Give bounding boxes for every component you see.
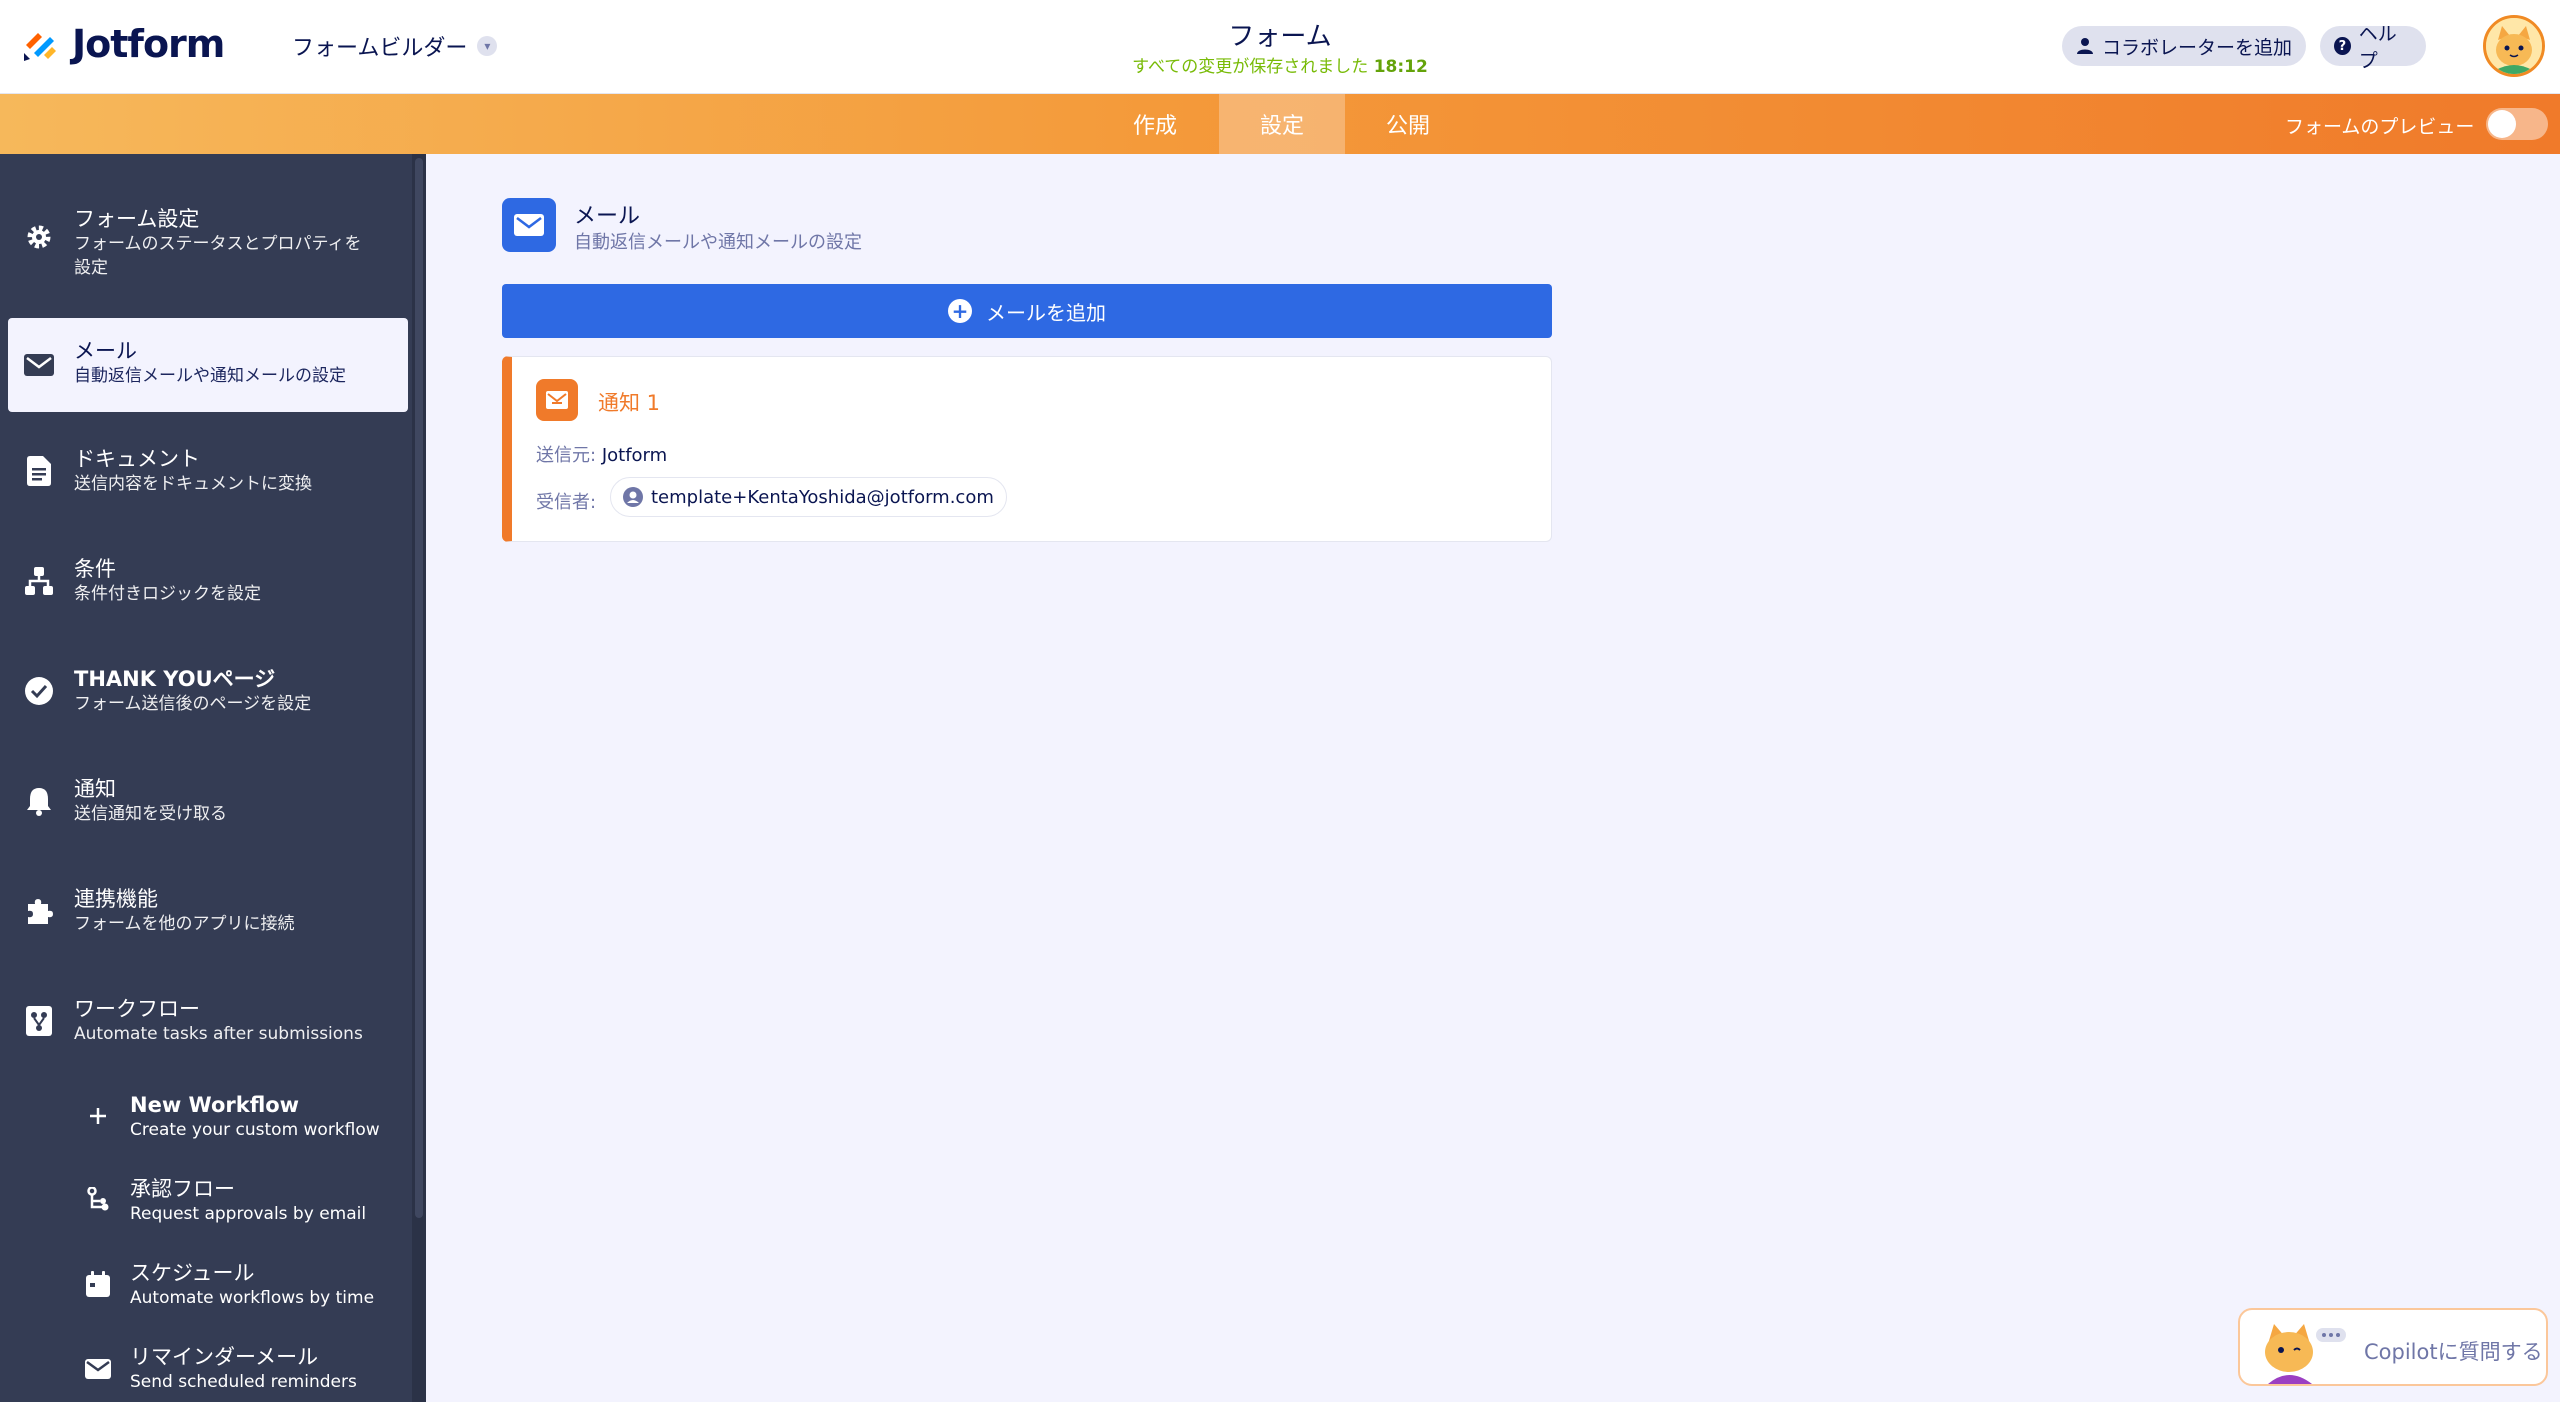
sidebar-item-title: 条件: [74, 557, 116, 581]
user-circle-icon: [623, 487, 643, 507]
sidebar-item-conditions[interactable]: 条件 条件付きロジックを設定: [8, 544, 408, 624]
reminder-mail-icon: [84, 1354, 112, 1382]
jotform-logo[interactable]: Jotform: [20, 22, 225, 66]
user-icon: [2077, 38, 2093, 54]
copilot-button[interactable]: Copilotに質問する: [2238, 1308, 2548, 1386]
copilot-mascot-icon: [2265, 1324, 2346, 1384]
tab-publish[interactable]: 公開: [1345, 94, 1471, 154]
bell-icon: [24, 786, 54, 816]
sidebar-subitem-approval-flow[interactable]: 承認フロー Request approvals by email: [72, 1176, 412, 1236]
sidebar-item-subtitle: フォームのステータスとプロパティを: [74, 234, 362, 254]
sidebar-subitem-subtitle: Create your custom workflow: [130, 1120, 380, 1140]
sidebar-item-subtitle: フォームを他のアプリに接続: [74, 914, 295, 934]
recipient-label: 受信者:: [536, 492, 597, 513]
form-title[interactable]: フォーム: [1180, 16, 1380, 53]
sidebar-item-documents[interactable]: ドキュメント 送信内容をドキュメントに変換: [8, 434, 408, 514]
sidebar-item-title: 通知: [74, 777, 116, 801]
sidebar-scrollbar[interactable]: [412, 154, 426, 1402]
email-card-title[interactable]: 通知 1: [598, 387, 660, 417]
form-preview-toggle[interactable]: [2486, 108, 2548, 140]
section-subtitle: 自動返信メールや通知メールの設定: [574, 232, 862, 253]
sidebar-subitem-subtitle: Automate workflows by time: [130, 1288, 375, 1308]
sidebar-item-subtitle: 自動返信メールや通知メールの設定: [74, 366, 346, 386]
save-status: すべての変更が保存されました 18:12: [1080, 52, 1480, 77]
sidebar-item-title: THANK YOUページ: [74, 667, 276, 691]
top-header: Jotform フォームビルダー ▾ フォーム すべての変更が保存されました 1…: [0, 0, 2560, 94]
puzzle-icon: [24, 896, 54, 926]
sidebar-item-form-settings[interactable]: フォーム設定 フォームのステータスとプロパティを 設定: [8, 192, 408, 282]
plus-icon: [84, 1102, 112, 1130]
workflow-icon: [24, 1006, 54, 1036]
hierarchy-icon: [24, 566, 54, 596]
sidebar-item-title: フォーム設定: [74, 207, 200, 231]
sidebar-subitem-new-workflow[interactable]: New Workflow Create your custom workflow: [72, 1092, 412, 1152]
sidebar-item-subtitle: フォーム送信後のページを設定: [74, 694, 312, 714]
jotform-logo-icon: [24, 33, 56, 61]
recipient-email: template+KentaYoshida@jotform.com: [651, 486, 994, 508]
sidebar-item-title: ワークフロー: [74, 997, 200, 1021]
builder-dropdown[interactable]: フォームビルダー ▾: [292, 30, 498, 62]
plus-circle-icon: +: [948, 299, 972, 323]
avatar-cat-icon: [2486, 18, 2542, 74]
sender-value: Jotform: [601, 445, 668, 466]
section-title: メール: [574, 204, 641, 229]
builder-label: フォームビルダー: [292, 36, 468, 61]
add-collaborator-label: コラボレーターを追加: [2102, 36, 2293, 59]
sidebar-item-subtitle: 設定: [74, 258, 108, 278]
envelope-icon: [502, 198, 556, 252]
sidebar-item-thank-you-page[interactable]: THANK YOUページ フォーム送信後のページを設定: [8, 654, 408, 734]
tab-settings[interactable]: 設定: [1219, 94, 1345, 154]
form-preview-label: フォームのプレビュー: [2285, 116, 2475, 138]
document-icon: [24, 456, 54, 486]
sidebar-item-title: 連携機能: [74, 887, 158, 911]
email-sender: 送信元: Jotform: [536, 441, 667, 467]
toggle-knob: [2488, 110, 2516, 138]
chevron-down-icon: ▾: [477, 36, 498, 56]
sidebar-item-workflow[interactable]: ワークフロー Automate tasks after submissions: [8, 984, 408, 1064]
sidebar-item-subtitle: 送信内容をドキュメントに変換: [74, 474, 312, 494]
email-notification-card[interactable]: 通知 1 送信元: Jotform 受信者: template+KentaYos…: [502, 356, 1552, 542]
sidebar-subitem-title: スケジュール: [130, 1261, 255, 1285]
sidebar-item-notifications[interactable]: 通知 送信通知を受け取る: [8, 764, 408, 844]
gear-icon: [24, 222, 54, 252]
help-label: ヘルプ: [2358, 23, 2397, 72]
add-collaborator-button[interactable]: コラボレーターを追加: [2062, 26, 2306, 66]
calendar-icon: [84, 1270, 112, 1298]
help-button[interactable]: ? ヘルプ: [2320, 23, 2426, 72]
scrollbar-thumb[interactable]: [415, 158, 423, 1218]
sidebar-item-subtitle: 条件付きロジックを設定: [74, 584, 261, 604]
sidebar-item-title: メール: [74, 339, 137, 363]
help-icon: ?: [2334, 37, 2351, 55]
email-section-header: メール 自動返信メールや通知メールの設定: [502, 198, 862, 253]
sidebar-subitem-subtitle: Send scheduled reminders: [130, 1372, 357, 1392]
sidebar-item-subtitle: Automate tasks after submissions: [74, 1024, 363, 1044]
sidebar-item-email[interactable]: メール 自動返信メールや通知メールの設定: [8, 318, 408, 412]
notification-mail-icon: [536, 379, 578, 421]
sidebar-subitem-title: New Workflow: [130, 1093, 300, 1117]
tab-create[interactable]: 作成: [1092, 94, 1218, 154]
logo-text: Jotform: [72, 22, 225, 66]
recipient-chip: template+KentaYoshida@jotform.com: [610, 477, 1007, 517]
sender-label: 送信元:: [536, 445, 597, 466]
envelope-icon: [24, 350, 54, 380]
sidebar-subitem-title: リマインダーメール: [130, 1345, 319, 1369]
sidebar-subitem-title: 承認フロー: [130, 1177, 235, 1201]
add-email-label: メールを追加: [986, 300, 1106, 325]
settings-sidebar: フォーム設定 フォームのステータスとプロパティを 設定 メール 自動返信メールや…: [0, 154, 426, 1402]
sidebar-subitem-subtitle: Request approvals by email: [130, 1204, 367, 1224]
approval-flow-icon: [84, 1186, 112, 1214]
sidebar-item-title: ドキュメント: [74, 447, 200, 471]
saved-text: すべての変更が保存されました: [1132, 57, 1369, 77]
sidebar-item-subtitle: 送信通知を受け取る: [74, 804, 227, 824]
check-circle-icon: [24, 676, 54, 706]
builder-tab-bar: 作成 設定 公開 フォームのプレビュー: [0, 94, 2560, 154]
copilot-label: Copilotに質問する: [2364, 1340, 2543, 1364]
sidebar-subitem-reminder-email[interactable]: リマインダーメール Send scheduled reminders: [72, 1344, 412, 1402]
user-avatar[interactable]: [2483, 15, 2545, 77]
sidebar-subitem-schedule[interactable]: スケジュール Automate workflows by time: [72, 1260, 412, 1320]
add-email-button[interactable]: + メールを追加: [502, 284, 1552, 338]
sidebar-item-integrations[interactable]: 連携機能 フォームを他のアプリに接続: [8, 874, 408, 954]
saved-time: 18:12: [1373, 57, 1428, 77]
